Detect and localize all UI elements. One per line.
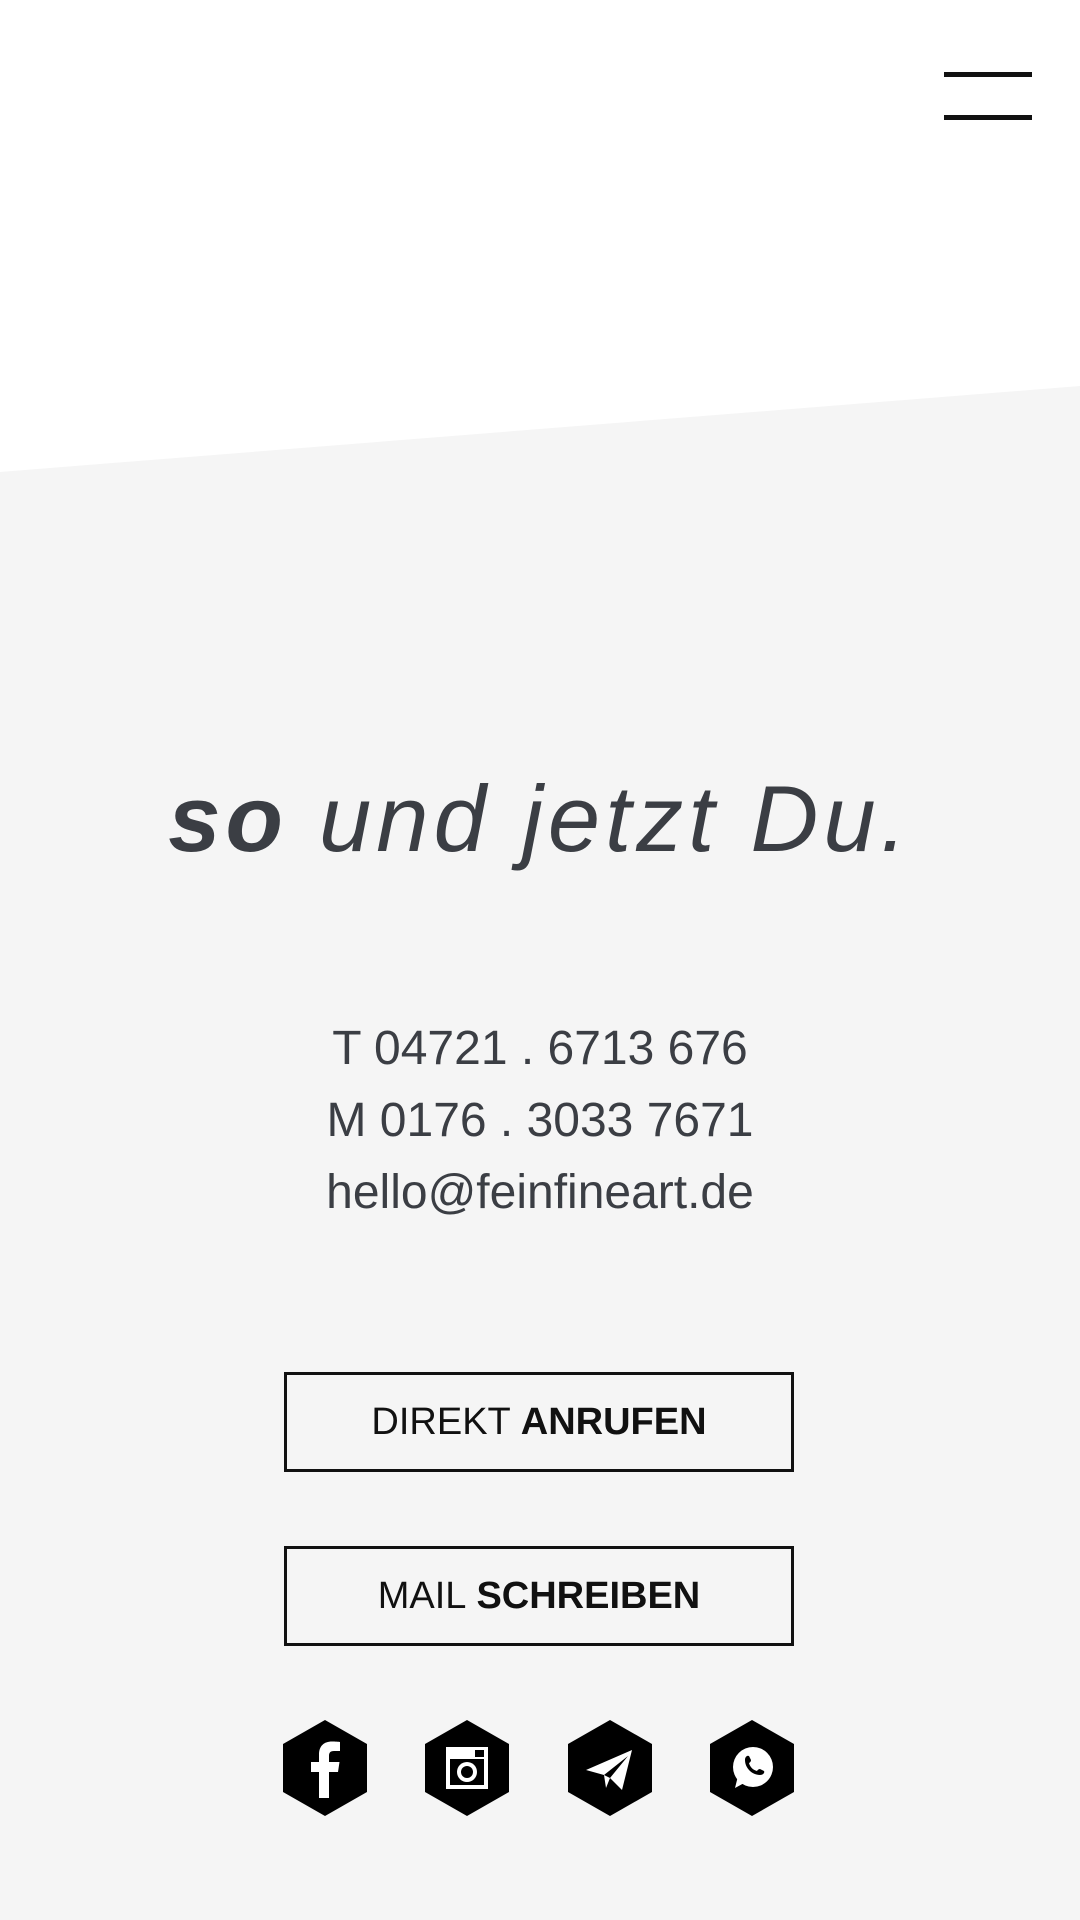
phone-number: T 04721 . 6713 676 xyxy=(332,1022,748,1075)
menu-line-bottom xyxy=(944,115,1032,120)
telegram-icon[interactable] xyxy=(566,1718,654,1818)
headline-strong: so xyxy=(168,766,288,871)
facebook-icon[interactable] xyxy=(281,1718,369,1818)
instagram-icon[interactable] xyxy=(423,1718,511,1818)
whatsapp-icon[interactable] xyxy=(708,1718,796,1818)
headline-rest: und jetzt Du. xyxy=(319,766,912,871)
menu-line-top xyxy=(944,72,1032,77)
mail-button-emphasis: SCHREIBEN xyxy=(476,1574,701,1617)
page-headline: so und jetzt Du. xyxy=(0,764,1080,874)
call-button-prefix: DIREKT xyxy=(371,1400,511,1443)
mail-button-prefix: MAIL xyxy=(377,1574,467,1617)
call-button-emphasis: ANRUFEN xyxy=(520,1400,707,1443)
hamburger-menu-icon[interactable] xyxy=(940,68,1036,128)
contact-info: T 04721 . 6713 676 M 0176 . 3033 7671 he… xyxy=(0,1013,1080,1229)
mail-button[interactable]: MAIL SCHREIBEN xyxy=(284,1546,794,1646)
mobile-number: M 0176 . 3033 7671 xyxy=(326,1094,754,1147)
email-link[interactable]: hello@feinfineart.de xyxy=(0,1157,1080,1229)
call-button[interactable]: DIREKT ANRUFEN xyxy=(284,1372,794,1472)
